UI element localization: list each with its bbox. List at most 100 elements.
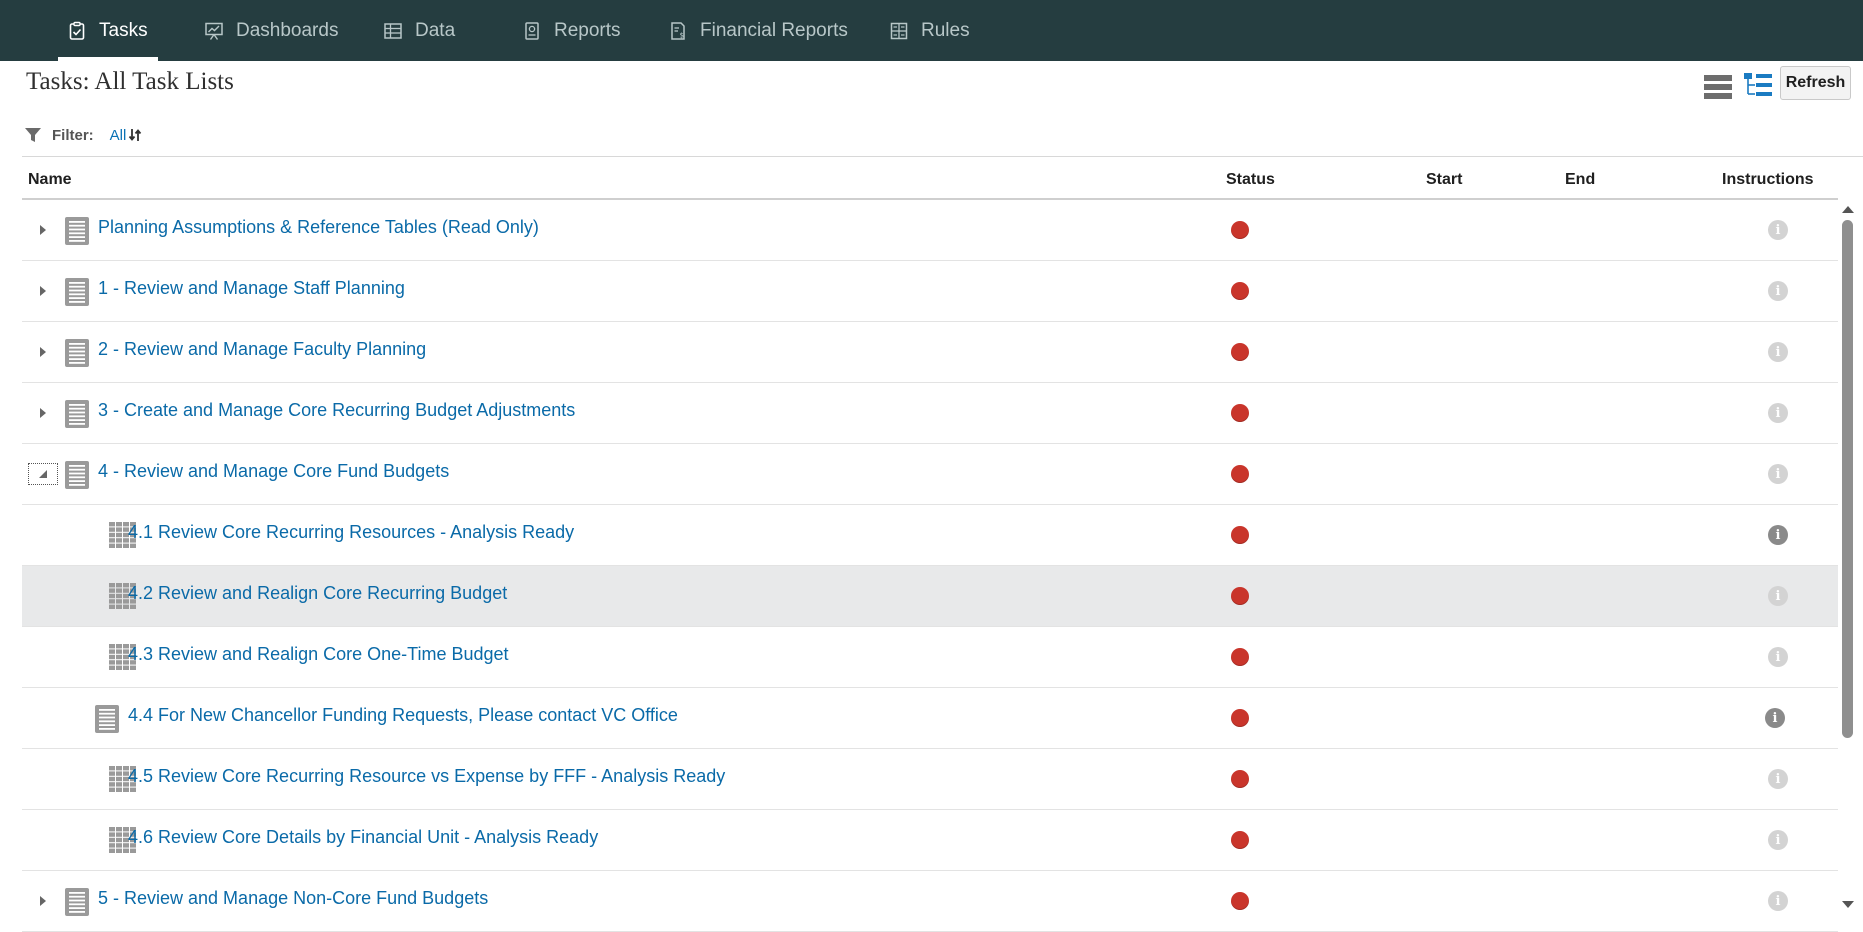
nav-tab-label: Tasks	[99, 19, 148, 41]
instructions-info-icon[interactable]: i	[1768, 220, 1788, 240]
table-row[interactable]: Planning Assumptions & Reference Tables …	[22, 200, 1838, 261]
instructions-info-icon[interactable]: i	[1768, 830, 1788, 850]
table-row[interactable]: 4.1 Review Core Recurring Resources - An…	[22, 505, 1838, 566]
task-list-icon	[65, 400, 89, 428]
task-name-link[interactable]: 4.3 Review and Realign Core One-Time Bud…	[128, 644, 509, 665]
nav-tab-rules[interactable]: Rules	[889, 0, 970, 61]
task-name-link[interactable]: 4.4 For New Chancellor Funding Requests,…	[128, 705, 678, 726]
column-header-name[interactable]: Name	[28, 171, 72, 189]
table-row[interactable]: 1 - Review and Manage Staff Planning i	[22, 261, 1838, 322]
status-indicator-icon	[1231, 770, 1249, 788]
instructions-info-icon[interactable]: i	[1768, 586, 1788, 606]
top-navigation-bar: Tasks Dashboards Data Reports $ Financia…	[0, 0, 1863, 61]
task-list-icon	[95, 705, 119, 733]
status-indicator-icon	[1231, 404, 1249, 422]
task-name-link[interactable]: Planning Assumptions & Reference Tables …	[98, 217, 539, 238]
clipboard-check-icon	[69, 21, 85, 40]
status-indicator-icon	[1231, 831, 1249, 849]
nav-tab-reports[interactable]: Reports	[522, 0, 621, 61]
collapse-toggle[interactable]	[28, 463, 58, 485]
task-list-icon	[65, 461, 89, 489]
table-row[interactable]: 2 - Review and Manage Faculty Planning i	[22, 322, 1838, 383]
expand-toggle[interactable]	[32, 219, 54, 241]
expand-toggle[interactable]	[32, 402, 54, 424]
triangle-right-icon	[40, 225, 46, 235]
report-icon	[525, 21, 539, 40]
status-indicator-icon	[1231, 526, 1249, 544]
triangle-right-icon	[40, 347, 46, 357]
table-scrollbar[interactable]	[1838, 200, 1858, 912]
instructions-info-icon[interactable]: i	[1768, 525, 1788, 545]
task-name-link[interactable]: 4 - Review and Manage Core Fund Budgets	[98, 461, 449, 482]
nav-tab-dashboards[interactable]: Dashboards	[204, 0, 338, 61]
scroll-thumb[interactable]	[1842, 220, 1853, 738]
instructions-info-icon[interactable]: i	[1765, 708, 1785, 728]
task-list-icon	[65, 339, 89, 367]
nav-tab-data[interactable]: Data	[383, 0, 455, 61]
triangle-right-icon	[40, 408, 46, 418]
filter-label: Filter:	[52, 126, 94, 144]
task-name-link[interactable]: 3 - Create and Manage Core Recurring Bud…	[98, 400, 575, 421]
task-name-link[interactable]: 4.5 Review Core Recurring Resource vs Ex…	[128, 766, 725, 787]
nav-tab-label: Rules	[921, 19, 970, 41]
scroll-down-arrow-icon[interactable]	[1842, 901, 1854, 908]
task-list-icon	[65, 217, 89, 245]
task-name-link[interactable]: 4.2 Review and Realign Core Recurring Bu…	[128, 583, 507, 604]
nav-tab-label: Reports	[554, 19, 621, 41]
task-name-link[interactable]: 2 - Review and Manage Faculty Planning	[98, 339, 426, 360]
nav-tab-financial-reports[interactable]: $ Financial Reports	[668, 0, 848, 61]
filter-value-link[interactable]: All	[110, 127, 127, 144]
status-indicator-icon	[1231, 282, 1249, 300]
status-indicator-icon	[1231, 587, 1249, 605]
instructions-info-icon[interactable]: i	[1768, 342, 1788, 362]
filter-bar: Filter: All	[24, 124, 142, 146]
swap-arrows-icon[interactable]	[128, 128, 142, 142]
status-indicator-icon	[1231, 221, 1249, 239]
column-header-start[interactable]: Start	[1426, 171, 1462, 189]
instructions-info-icon[interactable]: i	[1768, 281, 1788, 301]
table-row[interactable]: 4.4 For New Chancellor Funding Requests,…	[22, 688, 1838, 749]
instructions-info-icon[interactable]: i	[1768, 891, 1788, 911]
tree-view-icon	[1744, 73, 1772, 96]
table-row[interactable]: 4.6 Review Core Details by Financial Uni…	[22, 810, 1838, 871]
table-row[interactable]: 4.3 Review and Realign Core One-Time Bud…	[22, 627, 1838, 688]
nav-tab-label: Dashboards	[236, 19, 339, 41]
instructions-info-icon[interactable]: i	[1768, 769, 1788, 789]
triangle-right-icon	[40, 896, 46, 906]
table-row[interactable]: 5 - Review and Manage Non-Core Fund Budg…	[22, 871, 1838, 932]
expand-toggle[interactable]	[32, 280, 54, 302]
task-name-link[interactable]: 5 - Review and Manage Non-Core Fund Budg…	[98, 888, 488, 909]
list-view-icon	[1704, 75, 1732, 99]
expand-toggle[interactable]	[32, 341, 54, 363]
data-grid-icon	[384, 22, 402, 39]
task-list-icon	[65, 888, 89, 916]
tree-view-button[interactable]	[1743, 72, 1773, 107]
column-header-end[interactable]: End	[1565, 171, 1595, 189]
presentation-chart-icon	[205, 22, 223, 40]
financial-report-icon: $	[671, 21, 685, 40]
instructions-info-icon[interactable]: i	[1768, 647, 1788, 667]
instructions-info-icon[interactable]: i	[1768, 403, 1788, 423]
instructions-info-icon[interactable]: i	[1768, 464, 1788, 484]
triangle-right-icon	[40, 286, 46, 296]
table-row[interactable]: 3 - Create and Manage Core Recurring Bud…	[22, 383, 1838, 444]
refresh-button-label: Refresh	[1785, 74, 1846, 91]
task-name-link[interactable]: 4.1 Review Core Recurring Resources - An…	[128, 522, 574, 543]
scroll-up-arrow-icon[interactable]	[1842, 206, 1854, 213]
task-name-link[interactable]: 1 - Review and Manage Staff Planning	[98, 278, 405, 299]
status-indicator-icon	[1231, 648, 1249, 666]
table-row[interactable]: 4.5 Review Core Recurring Resource vs Ex…	[22, 749, 1838, 810]
column-header-instructions[interactable]: Instructions	[1722, 171, 1814, 189]
svg-text:$: $	[680, 31, 684, 39]
expand-toggle[interactable]	[32, 890, 54, 912]
list-view-button[interactable]	[1703, 74, 1733, 105]
nav-tab-tasks[interactable]: Tasks	[58, 0, 158, 61]
status-indicator-icon	[1231, 709, 1249, 727]
status-indicator-icon	[1231, 465, 1249, 483]
column-header-status[interactable]: Status	[1226, 171, 1275, 189]
refresh-button[interactable]: Refresh	[1780, 66, 1851, 100]
task-name-link[interactable]: 4.6 Review Core Details by Financial Uni…	[128, 827, 598, 848]
rules-icon	[890, 22, 908, 39]
table-row[interactable]: 4.2 Review and Realign Core Recurring Bu…	[22, 566, 1838, 627]
table-row[interactable]: 4 - Review and Manage Core Fund Budgets i	[22, 444, 1838, 505]
